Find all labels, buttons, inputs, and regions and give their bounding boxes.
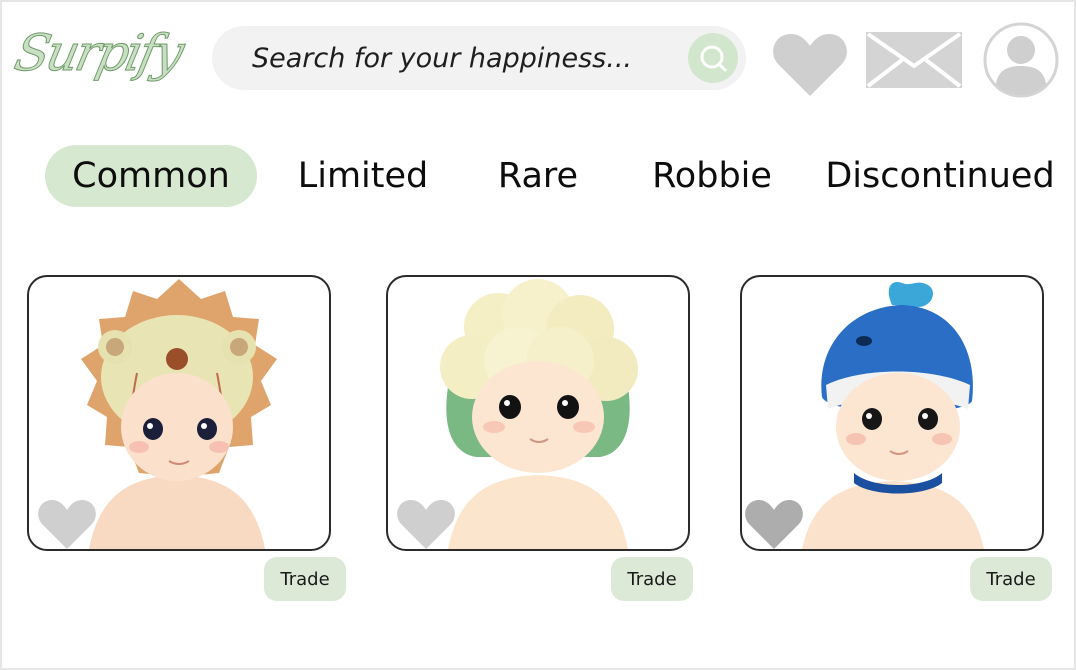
heart-icon bbox=[38, 500, 96, 549]
profile-button[interactable] bbox=[982, 20, 1060, 104]
favorites-button[interactable] bbox=[772, 30, 848, 102]
heart-icon bbox=[745, 500, 803, 549]
search-bar bbox=[212, 26, 746, 90]
trade-button[interactable]: Trade bbox=[611, 557, 693, 601]
mail-icon bbox=[866, 32, 962, 88]
search-input[interactable] bbox=[252, 40, 682, 76]
product-card[interactable] bbox=[386, 275, 690, 551]
heart-icon bbox=[773, 34, 847, 96]
tab-robbie[interactable]: Robbie bbox=[640, 145, 784, 207]
product-card[interactable] bbox=[27, 275, 331, 551]
card-favorite-button[interactable] bbox=[396, 497, 456, 549]
trade-button[interactable]: Trade bbox=[264, 557, 346, 601]
profile-icon bbox=[983, 22, 1059, 98]
product-card[interactable] bbox=[740, 275, 1044, 551]
messages-button[interactable] bbox=[864, 30, 964, 94]
search-icon bbox=[700, 45, 727, 72]
logo-text: Surpify bbox=[9, 24, 187, 83]
tab-rare[interactable]: Rare bbox=[486, 145, 590, 207]
tab-discontinued[interactable]: Discontinued bbox=[822, 145, 1058, 207]
brand-logo[interactable]: Surpify bbox=[9, 18, 194, 98]
search-button[interactable] bbox=[688, 33, 738, 83]
category-tabs: Common Limited Rare Robbie Discontinued bbox=[0, 143, 1076, 209]
heart-icon bbox=[397, 500, 455, 549]
tab-common[interactable]: Common bbox=[45, 145, 257, 207]
tab-limited[interactable]: Limited bbox=[290, 145, 436, 207]
card-favorite-button[interactable] bbox=[744, 497, 804, 549]
card-favorite-button[interactable] bbox=[37, 497, 97, 549]
trade-button[interactable]: Trade bbox=[970, 557, 1052, 601]
